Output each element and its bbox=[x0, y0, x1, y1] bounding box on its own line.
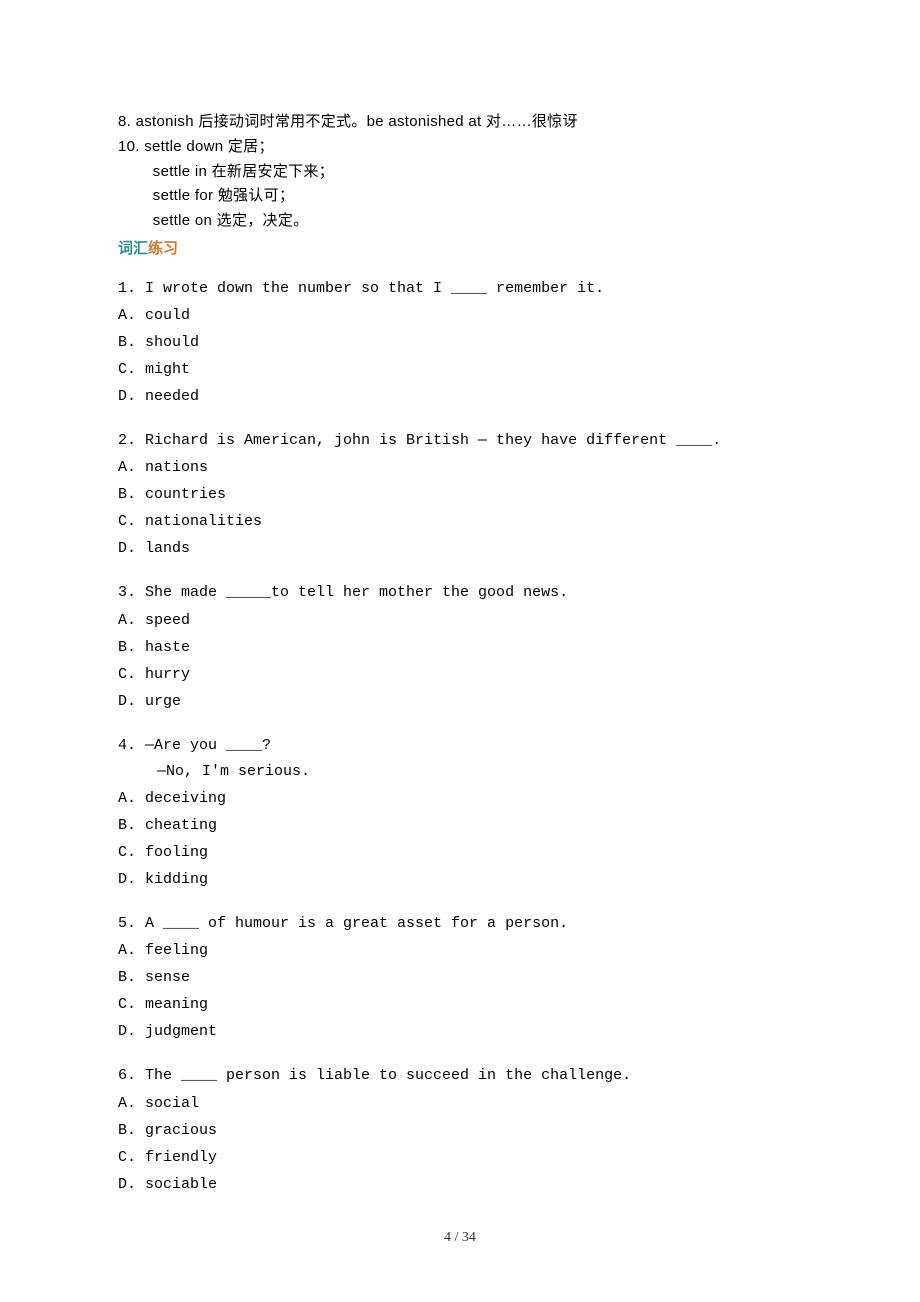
question-stem: 3. She made _____to tell her mother the … bbox=[118, 580, 802, 606]
question-block: 5. A ____ of humour is a great asset for… bbox=[118, 911, 802, 1045]
question-option: B. should bbox=[118, 329, 802, 356]
question-option: B. sense bbox=[118, 964, 802, 991]
document-page: 8. astonish 后接动词时常用不定式。be astonished at … bbox=[0, 0, 920, 1302]
section-heading: 词汇练习 bbox=[118, 237, 802, 258]
question-option: C. nationalities bbox=[118, 508, 802, 535]
section-heading-left: 词汇 bbox=[118, 241, 148, 257]
question-block: 6. The ____ person is liable to succeed … bbox=[118, 1063, 802, 1197]
question-option: C. fooling bbox=[118, 839, 802, 866]
question-option: B. countries bbox=[118, 481, 802, 508]
question-stem: 2. Richard is American, john is British … bbox=[118, 428, 802, 454]
question-option: C. hurry bbox=[118, 661, 802, 688]
question-option: C. meaning bbox=[118, 991, 802, 1018]
question-option: D. lands bbox=[118, 535, 802, 562]
question-block: 4. —Are you ____? —No, I'm serious. A. d… bbox=[118, 733, 802, 894]
question-option: D. judgment bbox=[118, 1018, 802, 1045]
question-stem: 5. A ____ of humour is a great asset for… bbox=[118, 911, 802, 937]
note-sub-item: settle in 在新居安定下来； bbox=[118, 160, 802, 185]
question-stem: 6. The ____ person is liable to succeed … bbox=[118, 1063, 802, 1089]
question-stem-line2: —No, I'm serious. bbox=[118, 759, 802, 785]
question-option: B. gracious bbox=[118, 1117, 802, 1144]
question-option: B. cheating bbox=[118, 812, 802, 839]
question-option: B. haste bbox=[118, 634, 802, 661]
question-option: A. social bbox=[118, 1090, 802, 1117]
section-heading-right: 练习 bbox=[148, 241, 178, 257]
question-stem: 4. —Are you ____? bbox=[118, 733, 802, 759]
question-option: A. feeling bbox=[118, 937, 802, 964]
question-block: 3. She made _____to tell her mother the … bbox=[118, 580, 802, 714]
question-option: D. kidding bbox=[118, 866, 802, 893]
question-option: A. speed bbox=[118, 607, 802, 634]
question-option: C. might bbox=[118, 356, 802, 383]
note-sub-item: settle for 勉强认可； bbox=[118, 184, 802, 209]
question-option: A. nations bbox=[118, 454, 802, 481]
note-item-8: 8. astonish 后接动词时常用不定式。be astonished at … bbox=[118, 110, 802, 135]
question-option: A. could bbox=[118, 302, 802, 329]
question-option: C. friendly bbox=[118, 1144, 802, 1171]
question-block: 2. Richard is American, john is British … bbox=[118, 428, 802, 562]
question-stem: 1. I wrote down the number so that I ___… bbox=[118, 276, 802, 302]
page-number: 4 / 34 bbox=[0, 1230, 920, 1246]
question-block: 1. I wrote down the number so that I ___… bbox=[118, 276, 802, 410]
note-sub-item: settle on 选定，决定。 bbox=[118, 209, 802, 234]
question-option: D. needed bbox=[118, 383, 802, 410]
question-option: D. sociable bbox=[118, 1171, 802, 1198]
note-item-10: 10. settle down 定居； bbox=[118, 135, 802, 160]
question-option: A. deceiving bbox=[118, 785, 802, 812]
question-option: D. urge bbox=[118, 688, 802, 715]
